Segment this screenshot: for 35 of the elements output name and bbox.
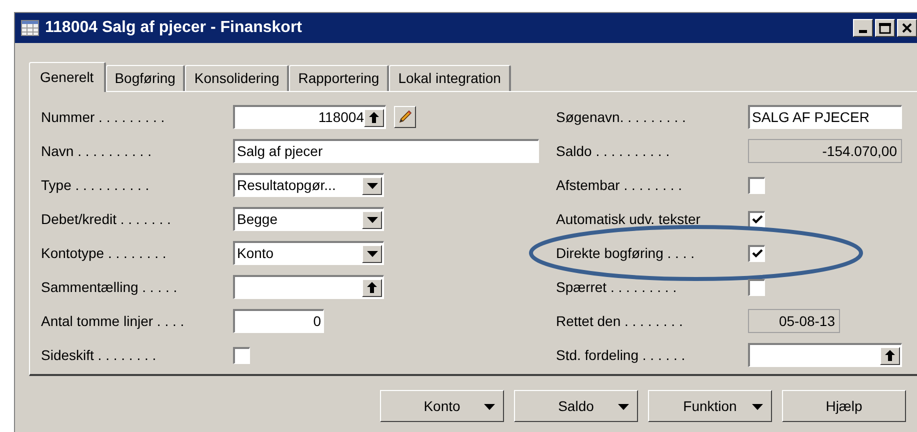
dropdown-field[interactable]: Resultatopgør...	[233, 173, 384, 197]
action-button[interactable]: Funktion	[648, 390, 772, 422]
dropdown-field[interactable]: Konto	[233, 241, 384, 265]
input-field[interactable]: 0	[233, 309, 324, 333]
field-label: Debet/kredit . . . . . . .	[41, 210, 172, 228]
window-title: 118004 Salg af pjecer - Finanskort	[45, 18, 304, 38]
tab[interactable]: Generelt	[29, 62, 106, 92]
tab[interactable]: Konsolidering	[185, 65, 290, 91]
field-label: Automatisk udv. tekster	[556, 210, 702, 228]
field-label: Sammentælling . . . . .	[41, 278, 178, 297]
readonly-field: -154.070,00	[748, 139, 902, 163]
input-field[interactable]: Salg af pjecer	[233, 139, 539, 163]
field-label: Nummer . . . . . . . . .	[41, 108, 166, 126]
tab[interactable]: Lokal integration	[389, 65, 511, 91]
action-button[interactable]: Saldo	[514, 390, 638, 422]
field-label: Rettet den . . . . . . . .	[556, 312, 684, 330]
action-button[interactable]: Konto	[380, 390, 504, 422]
field-label: Antal tomme linjer . . . .	[41, 312, 186, 331]
dropdown-field[interactable]: Begge	[233, 207, 384, 231]
field-label: Sideskift . . . . . . . .	[41, 346, 158, 364]
input-field[interactable]: SALG AF PJECER	[748, 105, 902, 129]
tab[interactable]: Bogføring	[106, 65, 186, 91]
field-label: Kontotype . . . . . . . .	[41, 244, 168, 263]
tab[interactable]: Rapportering	[289, 65, 390, 91]
field-label: Type . . . . . . . . . .	[41, 176, 150, 195]
field-label: Spærret . . . . . . . . .	[556, 278, 678, 297]
action-button[interactable]: Hjælp	[782, 390, 906, 422]
field-label: Saldo . . . . . . . . . .	[556, 142, 671, 160]
lookup-field[interactable]: 118004	[233, 105, 386, 129]
field-label: Std. fordeling . . . . . .	[556, 346, 686, 365]
field-label: Afstembar . . . . . . . .	[556, 176, 684, 194]
field-label: Søgenavn. . . . . . . . .	[556, 108, 687, 127]
field-label: Navn . . . . . . . . . .	[41, 142, 152, 160]
field-label: Direkte bogføring . . . .	[556, 244, 696, 263]
readonly-field: 05-08-13	[748, 309, 840, 333]
